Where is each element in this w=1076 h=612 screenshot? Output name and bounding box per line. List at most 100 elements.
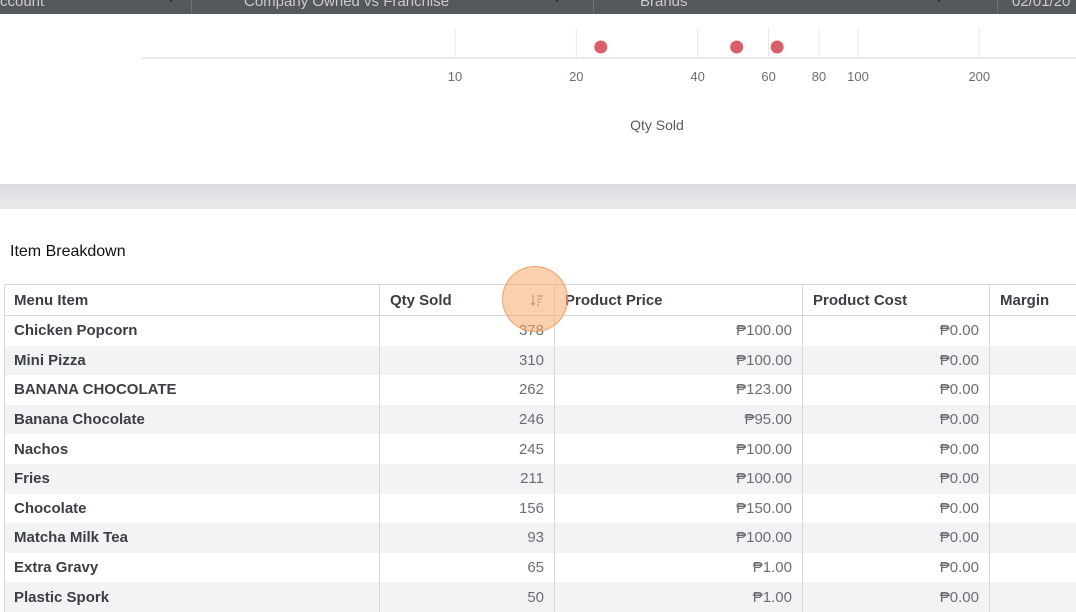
chevron-down-icon[interactable] (550, 0, 564, 2)
chevron-down-icon[interactable] (932, 0, 946, 2)
qty-sold-cell: 262 (379, 375, 554, 405)
scatter-plot: 10 20 40 60 80 100 200 (142, 28, 1076, 84)
qty-sold-cell: 378 (379, 316, 554, 346)
data-point[interactable] (730, 40, 744, 54)
brands-filter[interactable]: Brands (640, 0, 956, 11)
column-header-product-cost[interactable]: Product Cost (802, 285, 989, 315)
table-row[interactable]: Extra Gravy 65 ₱1.00 ₱0.00 (5, 552, 1076, 583)
table-row[interactable]: Chicken Popcorn 378 ₱100.00 ₱0.00 (5, 316, 1076, 346)
menu-item-cell: Nachos (14, 440, 69, 458)
column-header-menu-item[interactable]: Menu Item (5, 285, 379, 315)
x-tick-label: 80 (812, 69, 826, 84)
qty-sold-cell: 50 (379, 582, 554, 612)
date-filter[interactable]: 02/01/20 (1012, 0, 1076, 11)
qty-sold-cell: 93 (379, 523, 554, 553)
x-tick-label: 20 (569, 69, 583, 84)
table-row[interactable]: Fries 211 ₱100.00 ₱0.00 (5, 463, 1076, 494)
ownership-filter[interactable]: Company Owned vs Franchise (244, 0, 574, 11)
product-cost-cell: ₱0.00 (802, 345, 989, 376)
margin-cell (989, 375, 1076, 405)
table-header: Menu Item Qty Sold Product Price Product… (5, 285, 1076, 316)
x-tick-label: 200 (968, 69, 990, 84)
product-price-cell: ₱1.00 (554, 582, 802, 612)
table-row[interactable]: Banana Chocolate 246 ₱95.00 ₱0.00 (5, 404, 1076, 435)
qty-sold-cell: 246 (379, 404, 554, 435)
item-breakdown-table: Menu Item Qty Sold Product Price Product… (4, 284, 1076, 612)
product-cost-cell: ₱0.00 (802, 493, 989, 524)
menu-item-cell: Banana Chocolate (14, 411, 145, 429)
date-filter-label: 02/01/20 (1012, 0, 1071, 10)
product-cost-cell: ₱0.00 (802, 434, 989, 464)
qty-sold-cell: 211 (379, 463, 554, 494)
product-price-cell: ₱1.00 (554, 552, 802, 583)
column-header-product-price[interactable]: Product Price (554, 285, 802, 315)
margin-cell (989, 523, 1076, 553)
column-header-label: Qty Sold (390, 291, 452, 309)
product-price-cell: ₱123.00 (554, 375, 802, 405)
product-price-cell: ₱150.00 (554, 493, 802, 524)
table-row[interactable]: Matcha Milk Tea 93 ₱100.00 ₱0.00 (5, 523, 1076, 553)
product-price-cell: ₱95.00 (554, 404, 802, 435)
table-row[interactable]: BANANA CHOCOLATE 262 ₱123.00 ₱0.00 (5, 375, 1076, 405)
product-price-cell: ₱100.00 (554, 463, 802, 494)
x-tick-label: 40 (690, 69, 704, 84)
menu-item-cell: Chicken Popcorn (14, 322, 138, 340)
margin-cell (989, 345, 1076, 376)
margin-cell (989, 404, 1076, 435)
sort-descending-icon[interactable] (530, 293, 544, 307)
product-cost-cell: ₱0.00 (802, 404, 989, 435)
menu-item-cell: Chocolate (14, 499, 87, 517)
data-point[interactable] (594, 40, 608, 54)
table-row[interactable]: Nachos 245 ₱100.00 ₱0.00 (5, 434, 1076, 464)
menu-item-cell: Fries (14, 470, 50, 488)
qty-sold-cell: 245 (379, 434, 554, 464)
table-row[interactable]: Plastic Spork 50 ₱1.00 ₱0.00 (5, 582, 1076, 612)
ownership-filter-label: Company Owned vs Franchise (244, 0, 450, 10)
account-filter-label: ccount (0, 0, 45, 10)
product-cost-cell: ₱0.00 (802, 523, 989, 553)
x-tick-label: 60 (761, 69, 775, 84)
margin-cell (989, 493, 1076, 524)
product-cost-cell: ₱0.00 (802, 316, 989, 346)
product-price-cell: ₱100.00 (554, 434, 802, 464)
menu-item-cell: Matcha Milk Tea (14, 529, 128, 547)
product-price-cell: ₱100.00 (554, 523, 802, 553)
account-filter[interactable]: ccount (0, 0, 180, 11)
margin-cell (989, 552, 1076, 583)
table-row[interactable]: Chocolate 156 ₱150.00 ₱0.00 (5, 493, 1076, 524)
column-header-qty-sold[interactable]: Qty Sold (379, 285, 554, 315)
x-tick-label: 10 (448, 69, 462, 84)
qty-sold-cell: 65 (379, 552, 554, 583)
product-price-cell: ₱100.00 (554, 316, 802, 346)
filter-divider (997, 0, 998, 14)
column-header-label: Margin (1000, 291, 1050, 309)
product-cost-cell: ₱0.00 (802, 375, 989, 405)
filter-divider (191, 0, 192, 14)
filter-bar: ccount Company Owned vs Franchise Brands… (0, 0, 1076, 14)
column-header-margin[interactable]: Margin (989, 285, 1076, 315)
menu-item-cell: Plastic Spork (14, 588, 110, 606)
brands-filter-label: Brands (640, 0, 688, 10)
qty-sold-cell: 310 (379, 345, 554, 376)
section-title: Item Breakdown (10, 243, 126, 260)
qty-sold-cell: 156 (379, 493, 554, 524)
menu-item-cell: Extra Gravy (14, 559, 99, 577)
column-header-label: Product Price (565, 291, 663, 309)
product-cost-cell: ₱0.00 (802, 463, 989, 494)
margin-cell (989, 434, 1076, 464)
x-axis-label: Qty Sold (630, 117, 684, 133)
product-cost-cell: ₱0.00 (802, 582, 989, 612)
margin-cell (989, 316, 1076, 346)
product-cost-cell: ₱0.00 (802, 552, 989, 583)
data-point[interactable] (770, 40, 784, 54)
chevron-down-icon[interactable] (164, 0, 178, 2)
menu-item-cell: Mini Pizza (14, 351, 86, 369)
column-header-label: Product Cost (813, 291, 908, 309)
margin-cell (989, 463, 1076, 494)
table-row[interactable]: Mini Pizza 310 ₱100.00 ₱0.00 (5, 345, 1076, 376)
column-header-label: Menu Item (14, 291, 89, 309)
filter-divider (593, 0, 594, 14)
product-price-cell: ₱100.00 (554, 345, 802, 376)
margin-cell (989, 582, 1076, 612)
x-tick-label: 100 (847, 69, 869, 84)
